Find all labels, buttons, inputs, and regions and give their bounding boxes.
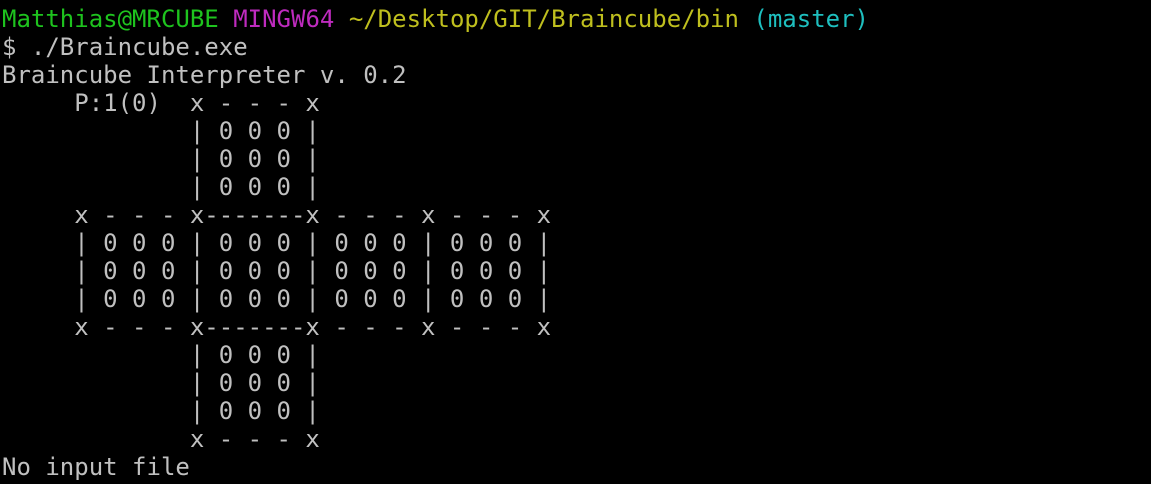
prompt-line: Matthias@MRCUBE MINGW64 ~/Desktop/GIT/Br…	[2, 5, 1151, 33]
output-banner: Braincube Interpreter v. 0.2	[2, 61, 407, 89]
cube-line: | 0 0 0 |	[2, 369, 320, 397]
prompt-cwd: ~/Desktop/GIT/Braincube/bin	[348, 5, 739, 33]
command-text: ./Braincube.exe	[30, 33, 248, 61]
terminal-window[interactable]: Matthias@MRCUBE MINGW64 ~/Desktop/GIT/Br…	[0, 0, 1151, 484]
cube-line: | 0 0 0 |	[2, 117, 320, 145]
prompt-system: MINGW64	[233, 5, 335, 33]
cube-line: x - - - x-------x - - - x - - - x	[2, 201, 552, 229]
cube-line: | 0 0 0 | 0 0 0 | 0 0 0 | 0 0 0 |	[2, 257, 552, 285]
cube-line: x - - - x-------x - - - x - - - x	[2, 313, 552, 341]
prompt-user-host: Matthias@MRCUBE	[2, 5, 219, 33]
prompt-git-branch: (master)	[753, 5, 869, 33]
cube-line: | 0 0 0 |	[2, 341, 320, 369]
cube-line: | 0 0 0 |	[2, 145, 320, 173]
command-line: $ ./Braincube.exe	[2, 33, 1151, 61]
cube-line: | 0 0 0 | 0 0 0 | 0 0 0 | 0 0 0 |	[2, 229, 552, 257]
cube-line: | 0 0 0 |	[2, 397, 320, 425]
cube-line: | 0 0 0 |	[2, 173, 320, 201]
output-message: No input file	[2, 453, 190, 481]
cube-line: x - - - x	[2, 425, 320, 453]
prompt-symbol: $	[2, 33, 17, 61]
cube-line: P:1(0) x - - - x	[2, 89, 320, 117]
cube-line: | 0 0 0 | 0 0 0 | 0 0 0 | 0 0 0 |	[2, 285, 552, 313]
